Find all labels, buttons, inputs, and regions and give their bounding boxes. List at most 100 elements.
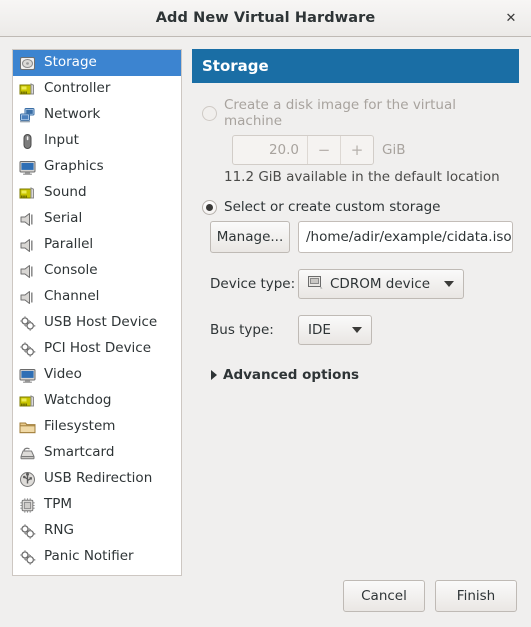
sidebar-item-label: Watchdog <box>44 392 112 409</box>
sidebar-item-video[interactable]: Video <box>13 362 181 388</box>
storage-icon <box>18 54 36 72</box>
sidebar-item-serial[interactable]: Serial <box>13 206 181 232</box>
create-disk-radio[interactable] <box>202 105 217 121</box>
bus-type-label: Bus type: <box>210 322 274 338</box>
sidebar-item-label: Sound <box>44 184 87 201</box>
gears-icon <box>18 340 36 358</box>
hardware-category-list[interactable]: Storage Controller Network Input Graphics Sou… <box>12 49 182 576</box>
sidebar-item-label: TPM <box>44 496 73 513</box>
sidebar-item-controller[interactable]: Controller <box>13 76 181 102</box>
device-type-row: Device type: CDROM device <box>210 269 513 299</box>
sidebar-item-network[interactable]: Network <box>13 102 181 128</box>
sidebar-item-label: Console <box>44 262 98 279</box>
custom-storage-label: Select or create custom storage <box>224 199 441 215</box>
disk-size-stepper[interactable]: 20.0 − + <box>232 135 374 165</box>
sidebar-item-watchdog[interactable]: Watchdog <box>13 388 181 414</box>
sidebar-item-label: Input <box>44 132 79 149</box>
dialog-footer: Cancel Finish <box>0 571 531 627</box>
sidebar-item-console[interactable]: Console <box>13 258 181 284</box>
finish-button[interactable]: Finish <box>435 580 517 612</box>
sidebar-item-filesystem[interactable]: Filesystem <box>13 414 181 440</box>
pane-title: Storage <box>202 57 269 75</box>
display-icon <box>18 158 36 176</box>
pane-header: Storage <box>192 49 519 83</box>
advanced-options-expander[interactable]: Advanced options <box>211 367 513 383</box>
triangle-right-icon <box>211 370 217 380</box>
gears-icon <box>18 522 36 540</box>
disk-size-row: 20.0 − + GiB <box>232 135 513 165</box>
sidebar-item-pci-host-device[interactable]: PCI Host Device <box>13 336 181 362</box>
sidebar-item-panic-notifier[interactable]: Panic Notifier <box>13 544 181 570</box>
sidebar-item-label: Parallel <box>44 236 94 253</box>
usb-icon <box>18 470 36 488</box>
channel-port-icon <box>18 288 36 306</box>
sidebar-item-channel[interactable]: Channel <box>13 284 181 310</box>
device-type-dropdown[interactable]: CDROM device <box>298 269 464 299</box>
pane-body: Create a disk image for the virtual mach… <box>192 83 519 383</box>
sidebar-item-label: Serial <box>44 210 83 227</box>
titlebar: Add New Virtual Hardware ✕ <box>0 0 531 37</box>
sidebar-item-label: PCI Host Device <box>44 340 152 357</box>
bus-type-dropdown[interactable]: IDE <box>298 315 372 345</box>
gears-icon <box>18 314 36 332</box>
parallel-port-icon <box>18 236 36 254</box>
sidebar-item-parallel[interactable]: Parallel <box>13 232 181 258</box>
advanced-options-label: Advanced options <box>223 367 360 383</box>
sidebar-item-label: Network <box>44 106 101 123</box>
sidebar-item-label: Channel <box>44 288 100 305</box>
sidebar-item-smartcard[interactable]: Smartcard <box>13 440 181 466</box>
watchdog-card-icon <box>18 392 36 410</box>
gears-icon <box>18 548 36 566</box>
sidebar-item-usb-redirection[interactable]: USB Redirection <box>13 466 181 492</box>
chevron-down-icon <box>444 281 454 287</box>
sidebar-item-sound[interactable]: Sound <box>13 180 181 206</box>
dialog-content: Storage Controller Network Input Graphics Sou… <box>0 37 531 576</box>
sidebar-item-graphics[interactable]: Graphics <box>13 154 181 180</box>
cdrom-device-icon <box>308 275 323 293</box>
disk-size-decrement-button[interactable]: − <box>307 136 340 164</box>
sidebar-item-label: Panic Notifier <box>44 548 134 565</box>
network-icon <box>18 106 36 124</box>
device-type-value: CDROM device <box>330 276 431 292</box>
manage-button[interactable]: Manage... <box>210 221 290 253</box>
storage-path-input[interactable]: /home/adir/example/cidata.iso <box>298 221 513 253</box>
sidebar-item-label: Smartcard <box>44 444 115 461</box>
mouse-icon <box>18 132 36 150</box>
console-port-icon <box>18 262 36 280</box>
sidebar-item-label: Graphics <box>44 158 104 175</box>
cancel-button[interactable]: Cancel <box>343 580 425 612</box>
sidebar-item-storage[interactable]: Storage <box>13 50 181 76</box>
bus-type-value: IDE <box>308 322 331 338</box>
bus-type-row: Bus type: IDE <box>210 315 513 345</box>
sidebar-item-label: Storage <box>44 54 97 71</box>
video-icon <box>18 366 36 384</box>
window-title: Add New Virtual Hardware <box>155 10 376 26</box>
storage-path-row: Manage... /home/adir/example/cidata.iso <box>210 221 513 253</box>
sidebar-item-label: Controller <box>44 80 111 97</box>
serial-port-icon <box>18 210 36 228</box>
close-icon[interactable]: ✕ <box>499 6 523 30</box>
sidebar-item-label: RNG <box>44 522 74 539</box>
custom-storage-radio[interactable] <box>202 199 217 215</box>
custom-storage-option-row[interactable]: Select or create custom storage <box>202 199 513 215</box>
add-hardware-dialog: Add New Virtual Hardware ✕ Storage Contro… <box>0 0 531 627</box>
disk-size-unit-label: GiB <box>382 142 406 158</box>
sidebar-item-usb-host-device[interactable]: USB Host Device <box>13 310 181 336</box>
folder-icon <box>18 418 36 436</box>
available-space-text: 11.2 GiB available in the default locati… <box>224 169 500 185</box>
chevron-down-icon <box>352 327 362 333</box>
create-disk-option-row[interactable]: Create a disk image for the virtual mach… <box>202 97 513 129</box>
main-pane: Storage Create a disk image for the virt… <box>192 49 519 571</box>
disk-size-input[interactable]: 20.0 <box>233 136 307 164</box>
sidebar-item-label: USB Redirection <box>44 470 153 487</box>
disk-size-increment-button[interactable]: + <box>340 136 373 164</box>
device-type-label: Device type: <box>210 276 296 292</box>
sidebar-item-input[interactable]: Input <box>13 128 181 154</box>
sound-card-icon <box>18 184 36 202</box>
sidebar-item-rng[interactable]: RNG <box>13 518 181 544</box>
smartcard-icon <box>18 444 36 462</box>
sidebar-item-label: Filesystem <box>44 418 116 435</box>
controller-card-icon <box>18 80 36 98</box>
sidebar-item-label: USB Host Device <box>44 314 158 331</box>
sidebar-item-tpm[interactable]: TPM <box>13 492 181 518</box>
